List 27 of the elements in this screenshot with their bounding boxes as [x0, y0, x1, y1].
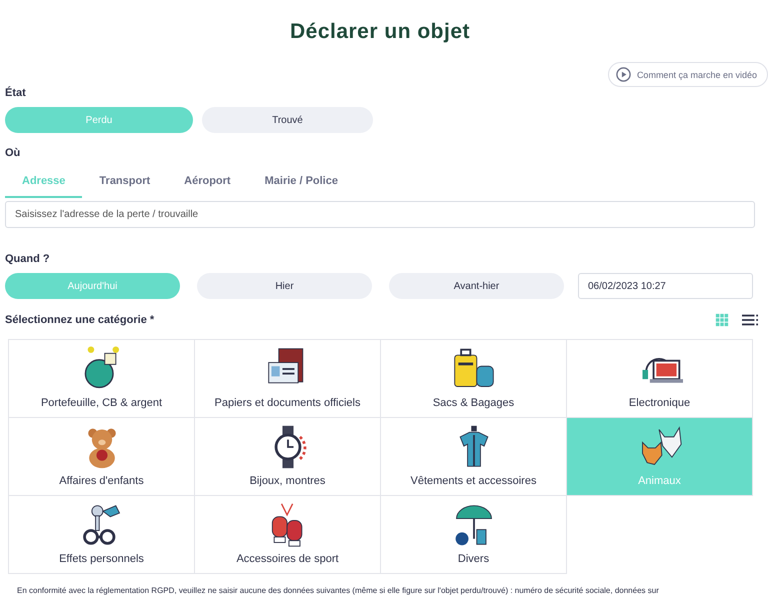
play-icon — [616, 67, 631, 82]
category-tile[interactable]: Sacs & Bagages — [381, 340, 567, 418]
category-tile[interactable]: Effets personnels — [9, 496, 195, 574]
location-tab[interactable]: Transport — [82, 171, 168, 198]
location-tab[interactable]: Aéroport — [167, 171, 248, 198]
category-tile[interactable]: Accessoires de sport — [195, 496, 381, 574]
category-tile[interactable]: Papiers et documents officiels — [195, 340, 381, 418]
day-toggle[interactable]: Avant-hier — [389, 273, 564, 299]
video-help-button[interactable]: Comment ça marche en vidéo — [608, 62, 768, 87]
page-title: Déclarer un objet — [288, 19, 472, 44]
category-tile[interactable]: Portefeuille, CB & argent — [9, 340, 195, 418]
state-toggle[interactable]: Trouvé — [202, 107, 373, 133]
gdpr-notice: En conformité avec la réglementation RGPD, veuillez ne saisir aucune des données suivantes (même si elle figure sur l'objet perdu/trouvé) : numéro de sécurité sociale, données sur — [17, 586, 660, 596]
section-label: Quand ? — [5, 253, 51, 265]
category-tile[interactable]: Vêtements et accessoires — [381, 418, 567, 496]
section-label: Où — [5, 147, 22, 159]
category-tile[interactable]: Divers — [381, 496, 567, 574]
address-field[interactable]: Saisissez l'adresse de la perte / trouvaille — [5, 201, 755, 228]
section-label: État — [5, 87, 27, 99]
datetime-field[interactable]: 06/02/2023 10:27 — [578, 273, 753, 299]
location-tab[interactable]: Mairie / Police — [248, 171, 355, 198]
category-tile[interactable]: Affaires d'enfants — [9, 418, 195, 496]
day-toggle[interactable]: Hier — [197, 273, 372, 299]
section-label: Sélectionnez une catégorie * — [5, 314, 154, 326]
category-tile[interactable]: Bijoux, montres — [195, 418, 381, 496]
category-tile[interactable]: Electronique — [567, 340, 753, 418]
list-view-icon[interactable] — [742, 313, 758, 327]
